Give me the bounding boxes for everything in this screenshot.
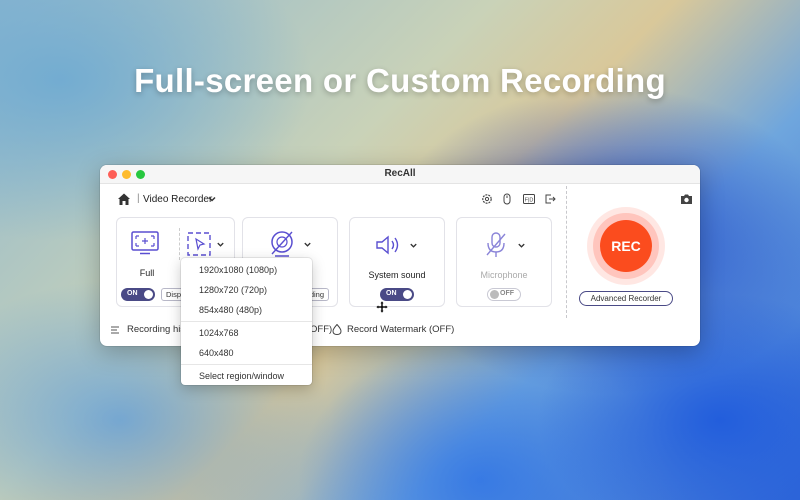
display-toggle[interactable]: ON	[121, 288, 155, 301]
advanced-recorder-button[interactable]: Advanced Recorder	[579, 291, 673, 306]
mode-selector[interactable]: Video Recorder	[143, 194, 212, 205]
mouse-icon[interactable]	[501, 193, 513, 205]
chevron-down-icon[interactable]	[409, 241, 418, 250]
resolution-option[interactable]: 1024x768	[199, 328, 239, 338]
window-title: RecAll	[384, 168, 416, 179]
system-sound-card[interactable]: System sound ON	[349, 217, 445, 307]
watermark-icon[interactable]	[332, 324, 342, 335]
speaker-icon[interactable]	[374, 234, 404, 256]
display-card-label: Full	[139, 268, 155, 278]
chevron-down-icon[interactable]	[303, 240, 312, 249]
resolution-dropdown: 1920x1080 (1080p) 1280x720 (720p) 854x48…	[181, 258, 312, 385]
dropdown-separator	[181, 321, 312, 322]
card-divider	[179, 228, 180, 260]
rec-button[interactable]: REC	[600, 220, 652, 272]
chevron-down-icon[interactable]	[207, 194, 217, 204]
fps-icon[interactable]: F|D	[523, 193, 535, 205]
microphone-card[interactable]: Microphone OFF	[456, 217, 552, 307]
svg-text:F|D: F|D	[525, 198, 534, 204]
camera-icon[interactable]	[680, 193, 693, 205]
headline: Full-screen or Custom Recording	[134, 62, 666, 99]
resolution-option[interactable]: 854x480 (480p)	[199, 305, 262, 315]
titlebar: RecAll	[100, 165, 700, 184]
resolution-option[interactable]: 1920x1080 (1080p)	[199, 265, 277, 275]
resolution-option[interactable]: 640x480	[199, 348, 234, 358]
recording-history-link[interactable]: Recording his	[127, 324, 185, 335]
history-tail-text: OFF)	[310, 324, 333, 335]
dropdown-separator	[181, 364, 312, 365]
fullscreen-icon[interactable]	[131, 231, 159, 255]
panel-divider	[566, 186, 567, 318]
chevron-down-icon[interactable]	[517, 241, 526, 250]
list-icon[interactable]	[110, 325, 120, 335]
microphone-off-icon[interactable]	[483, 231, 509, 259]
select-region-option[interactable]: Select region/window	[199, 371, 284, 381]
system-sound-toggle[interactable]: ON	[380, 288, 414, 301]
move-cursor-icon	[376, 301, 388, 313]
record-watermark-toggle[interactable]: Record Watermark (OFF)	[347, 324, 454, 335]
microphone-toggle[interactable]: OFF	[487, 288, 521, 301]
home-icon[interactable]	[117, 192, 131, 206]
microphone-label: Microphone	[480, 270, 528, 280]
webcam-off-icon[interactable]	[267, 230, 297, 258]
system-sound-label: System sound	[368, 270, 426, 280]
custom-region-icon[interactable]	[186, 231, 212, 257]
settings-icon[interactable]	[481, 193, 493, 205]
mode-separator: |	[137, 193, 140, 204]
toolbar: | Video Recorder F|D	[100, 190, 566, 210]
exit-icon[interactable]	[544, 193, 556, 205]
chevron-down-icon[interactable]	[216, 240, 225, 249]
resolution-option[interactable]: 1280x720 (720p)	[199, 285, 267, 295]
